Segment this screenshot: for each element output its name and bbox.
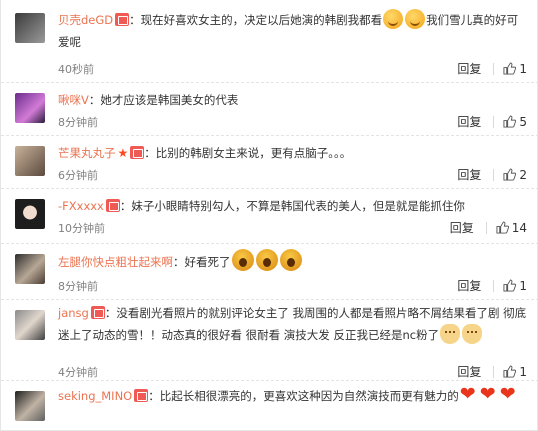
- heart-emoji-icon: [480, 383, 498, 405]
- member-badge-icon: [105, 199, 120, 212]
- shocked-emoji-icon: [279, 249, 302, 271]
- reply-button[interactable]: 回复: [457, 363, 481, 380]
- avatar[interactable]: [15, 146, 45, 176]
- reply-button[interactable]: 回复: [457, 113, 481, 130]
- member-badge-icon: [115, 13, 130, 26]
- cat-emoji-icon: [462, 324, 483, 344]
- thumbs-up-icon: [503, 365, 517, 378]
- comment-text: ：比别的韩剧女主来说，更有点脑子。。。: [144, 146, 352, 160]
- member-badge-icon: [134, 389, 149, 402]
- comment-text: ：现在好喜欢女主的，决定以后她演的韩剧我都看: [129, 13, 383, 27]
- comment-item: seking_MINO ：比起长相很漂亮的，更喜欢这种因为自然演技而更有魅力的: [1, 380, 538, 421]
- like-count: 1: [519, 61, 527, 76]
- timestamp: 6分钟前: [58, 169, 98, 182]
- like-count: 5: [519, 114, 527, 129]
- shocked-emoji-icon: [231, 249, 254, 271]
- like-button[interactable]: 1: [503, 365, 527, 379]
- heart-emoji-icon: [500, 383, 518, 405]
- like-count: 1: [519, 278, 527, 293]
- timestamp: 40秒前: [58, 63, 94, 76]
- comment-list: 贝壳deGD ：现在好喜欢女主的，决定以后她演的韩剧我都看 我们雪儿真的好可爱呢 4…: [0, 0, 538, 431]
- avatar[interactable]: [15, 391, 45, 421]
- like-button[interactable]: 1: [503, 62, 527, 76]
- divider: [493, 115, 495, 128]
- grin-emoji-icon: [405, 9, 426, 29]
- comment-text: ：好看死了: [173, 255, 231, 269]
- reply-button[interactable]: 回复: [450, 219, 474, 236]
- thumbs-up-icon: [503, 168, 517, 181]
- member-badge-icon: [130, 146, 145, 159]
- reply-button[interactable]: 回复: [457, 166, 481, 183]
- timestamp: 4分钟前: [58, 366, 98, 379]
- comment-text: ：比起长相很漂亮的，更喜欢这种因为自然演技而更有魅力的: [148, 389, 459, 403]
- thumbs-up-icon: [503, 62, 517, 75]
- avatar[interactable]: [15, 254, 45, 284]
- reply-button[interactable]: 回复: [457, 60, 481, 77]
- username[interactable]: jansg: [58, 306, 89, 320]
- thumbs-up-icon: [503, 279, 517, 292]
- divider: [493, 279, 495, 292]
- comment-item: 左腿你快点粗壮起来啊：好看死了 8分钟前 回复 1: [1, 243, 538, 293]
- cat-emoji-icon: [440, 324, 461, 344]
- timestamp: 8分钟前: [58, 280, 98, 293]
- like-button[interactable]: 1: [503, 279, 527, 293]
- comment-text: ：妹子小眼睛特别勾人，不算是韩国代表的美人，但是就是能抓住你: [119, 199, 465, 213]
- timestamp: 10分钟前: [58, 222, 105, 235]
- heart-emoji-icon: [460, 383, 478, 405]
- comment-item: jansg ：没看剧光看照片的就别评论女主了 我周围的人都是看照片略不屑结果看了剧…: [1, 299, 538, 379]
- avatar[interactable]: [15, 199, 45, 229]
- avatar[interactable]: [15, 93, 45, 123]
- comment-item: 芒果丸丸子 ★ ：比别的韩剧女主来说，更有点脑子。。。 6分钟前 回复 2: [1, 135, 538, 182]
- shocked-emoji-icon: [255, 249, 278, 271]
- divider: [485, 221, 487, 234]
- comment-item: -FXxxxx ：妹子小眼睛特别勾人，不算是韩国代表的美人，但是就是能抓住你 10…: [1, 188, 538, 235]
- like-count: 14: [511, 220, 527, 235]
- reply-button[interactable]: 回复: [457, 277, 481, 294]
- username[interactable]: 芒果丸丸子: [58, 146, 116, 160]
- divider: [493, 168, 495, 181]
- comment-item: 啾咪V：她才应该是韩国美女的代表 8分钟前 回复 5: [1, 82, 538, 129]
- divider: [493, 62, 495, 75]
- like-button[interactable]: 2: [503, 168, 527, 182]
- username[interactable]: 左腿你快点粗壮起来啊: [58, 255, 173, 269]
- username[interactable]: -FXxxxx: [58, 199, 104, 213]
- comment-text: ：她才应该是韩国美女的代表: [88, 93, 239, 107]
- like-button[interactable]: 14: [496, 221, 527, 235]
- grin-emoji-icon: [383, 9, 404, 29]
- timestamp: 8分钟前: [58, 116, 98, 129]
- avatar[interactable]: [15, 310, 45, 340]
- avatar[interactable]: [15, 13, 45, 43]
- divider: [493, 365, 495, 378]
- star-icon: ★: [117, 146, 129, 160]
- username[interactable]: seking_MINO: [58, 389, 132, 403]
- like-count: 1: [519, 364, 527, 379]
- username[interactable]: 贝壳deGD: [58, 13, 113, 27]
- username[interactable]: 啾咪V: [58, 93, 89, 107]
- like-button[interactable]: 5: [503, 115, 527, 129]
- member-badge-icon: [90, 306, 105, 319]
- like-count: 2: [519, 167, 527, 182]
- thumbs-up-icon: [503, 115, 517, 128]
- thumbs-up-icon: [496, 221, 509, 234]
